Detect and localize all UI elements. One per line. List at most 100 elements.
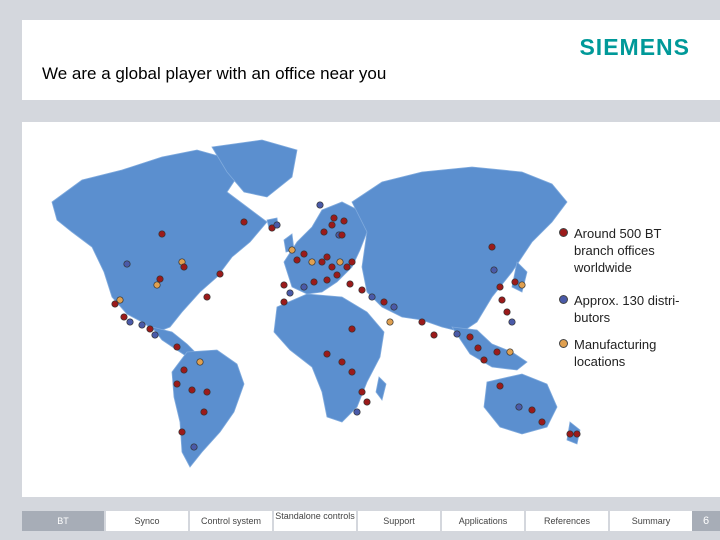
map-landmass bbox=[51, 139, 581, 468]
distributor-marker bbox=[151, 331, 159, 339]
branch-office-marker bbox=[333, 271, 341, 279]
distributor-marker bbox=[316, 201, 324, 209]
branch-office-marker bbox=[538, 418, 546, 426]
manufacturing-marker bbox=[506, 348, 514, 356]
asia bbox=[351, 166, 568, 333]
branch-office-marker bbox=[348, 258, 356, 266]
branch-office-marker bbox=[318, 258, 326, 266]
branch-office-marker bbox=[480, 356, 488, 364]
branch-office-marker bbox=[200, 408, 208, 416]
distributor-marker bbox=[490, 266, 498, 274]
branch-office-marker bbox=[474, 344, 482, 352]
footer-nav: BT Synco Control system Standalone contr… bbox=[0, 506, 720, 540]
legend-label: Around 500 BT branch offices worldwide bbox=[574, 226, 662, 275]
branch-office-marker bbox=[496, 283, 504, 291]
branch-office-marker bbox=[280, 298, 288, 306]
branch-office-marker bbox=[566, 430, 574, 438]
manufacturing-marker bbox=[518, 281, 526, 289]
distributor-marker bbox=[515, 403, 523, 411]
branch-office-marker bbox=[348, 368, 356, 376]
distributor-marker bbox=[126, 318, 134, 326]
distributor-marker bbox=[390, 303, 398, 311]
branch-office-marker bbox=[511, 278, 519, 286]
branch-office-marker bbox=[346, 280, 354, 288]
branch-office-marker bbox=[293, 256, 301, 264]
manufacturing-marker bbox=[288, 246, 296, 254]
distributor-marker bbox=[353, 408, 361, 416]
branch-office-marker bbox=[380, 298, 388, 306]
page-number: 6 bbox=[692, 511, 720, 531]
distributor-marker bbox=[453, 330, 461, 338]
manufacturing-marker bbox=[386, 318, 394, 326]
legend-label: Approx. 130 distri- butors bbox=[574, 293, 680, 325]
branch-office-marker bbox=[240, 218, 248, 226]
slide-header: SIEMENS We are a global player with an o… bbox=[22, 20, 720, 100]
branch-office-marker bbox=[111, 300, 119, 308]
legend-label: Manufacturing locations bbox=[574, 337, 657, 369]
manufacturing-marker bbox=[196, 358, 204, 366]
tab-applications[interactable]: Applications bbox=[442, 511, 524, 531]
branch-office-marker bbox=[503, 308, 511, 316]
tab-summary[interactable]: Summary bbox=[610, 511, 692, 531]
branch-office-marker bbox=[418, 318, 426, 326]
distributor-marker bbox=[273, 221, 281, 229]
branch-office-marker bbox=[216, 270, 224, 278]
branch-office-marker bbox=[338, 231, 346, 239]
legend-manufacturing-dot bbox=[559, 339, 568, 348]
branch-office-marker bbox=[343, 263, 351, 271]
branch-office-marker bbox=[340, 217, 348, 225]
branch-office-marker bbox=[146, 325, 154, 333]
distributor-marker bbox=[123, 260, 131, 268]
branch-office-marker bbox=[300, 250, 308, 258]
branch-office-marker bbox=[363, 398, 371, 406]
distributor-marker bbox=[508, 318, 516, 326]
branch-office-marker bbox=[348, 325, 356, 333]
branch-office-marker bbox=[528, 406, 536, 414]
tab-bt[interactable]: BT bbox=[22, 511, 104, 531]
southeast-asia bbox=[451, 326, 528, 371]
branch-office-marker bbox=[573, 430, 581, 438]
distributor-marker bbox=[190, 443, 198, 451]
page-title: We are a global player with an office ne… bbox=[42, 64, 387, 83]
branch-office-marker bbox=[323, 350, 331, 358]
branch-office-marker bbox=[120, 313, 128, 321]
branch-office-marker bbox=[310, 278, 318, 286]
branch-office-marker bbox=[180, 366, 188, 374]
tab-synco[interactable]: Synco bbox=[106, 511, 188, 531]
distributor-marker bbox=[300, 283, 308, 291]
branch-office-marker bbox=[493, 348, 501, 356]
distributor-marker bbox=[368, 293, 376, 301]
tab-standalone-controls[interactable]: Standalone controls bbox=[274, 511, 356, 531]
branch-office-marker bbox=[430, 331, 438, 339]
branch-office-marker bbox=[358, 388, 366, 396]
branch-office-marker bbox=[488, 243, 496, 251]
manufacturing-marker bbox=[336, 258, 344, 266]
distributor-marker bbox=[286, 289, 294, 297]
madagascar bbox=[375, 376, 387, 401]
branch-office-marker bbox=[178, 428, 186, 436]
branch-office-marker bbox=[358, 286, 366, 294]
tab-control-system[interactable]: Control system bbox=[190, 511, 272, 531]
tab-references[interactable]: References bbox=[526, 511, 608, 531]
branch-office-marker bbox=[320, 228, 328, 236]
branch-office-marker bbox=[180, 263, 188, 271]
branch-office-marker bbox=[203, 293, 211, 301]
branch-office-marker bbox=[280, 281, 288, 289]
branch-office-marker bbox=[338, 358, 346, 366]
branch-office-marker bbox=[173, 380, 181, 388]
branch-office-marker bbox=[323, 253, 331, 261]
legend-distributor-dot bbox=[559, 295, 568, 304]
branch-office-marker bbox=[156, 275, 164, 283]
branch-office-marker bbox=[188, 386, 196, 394]
branch-office-marker bbox=[498, 296, 506, 304]
siemens-logo: SIEMENS bbox=[579, 34, 690, 60]
manufacturing-marker bbox=[308, 258, 316, 266]
branch-office-marker bbox=[158, 230, 166, 238]
manufacturing-marker bbox=[153, 281, 161, 289]
tab-support[interactable]: Support bbox=[358, 511, 440, 531]
branch-office-marker bbox=[328, 263, 336, 271]
branch-office-marker bbox=[323, 276, 331, 284]
legend-branch-dot bbox=[559, 228, 568, 237]
distributor-marker bbox=[138, 321, 146, 329]
map-panel: Around 500 BT branch offices worldwide A… bbox=[22, 122, 720, 497]
